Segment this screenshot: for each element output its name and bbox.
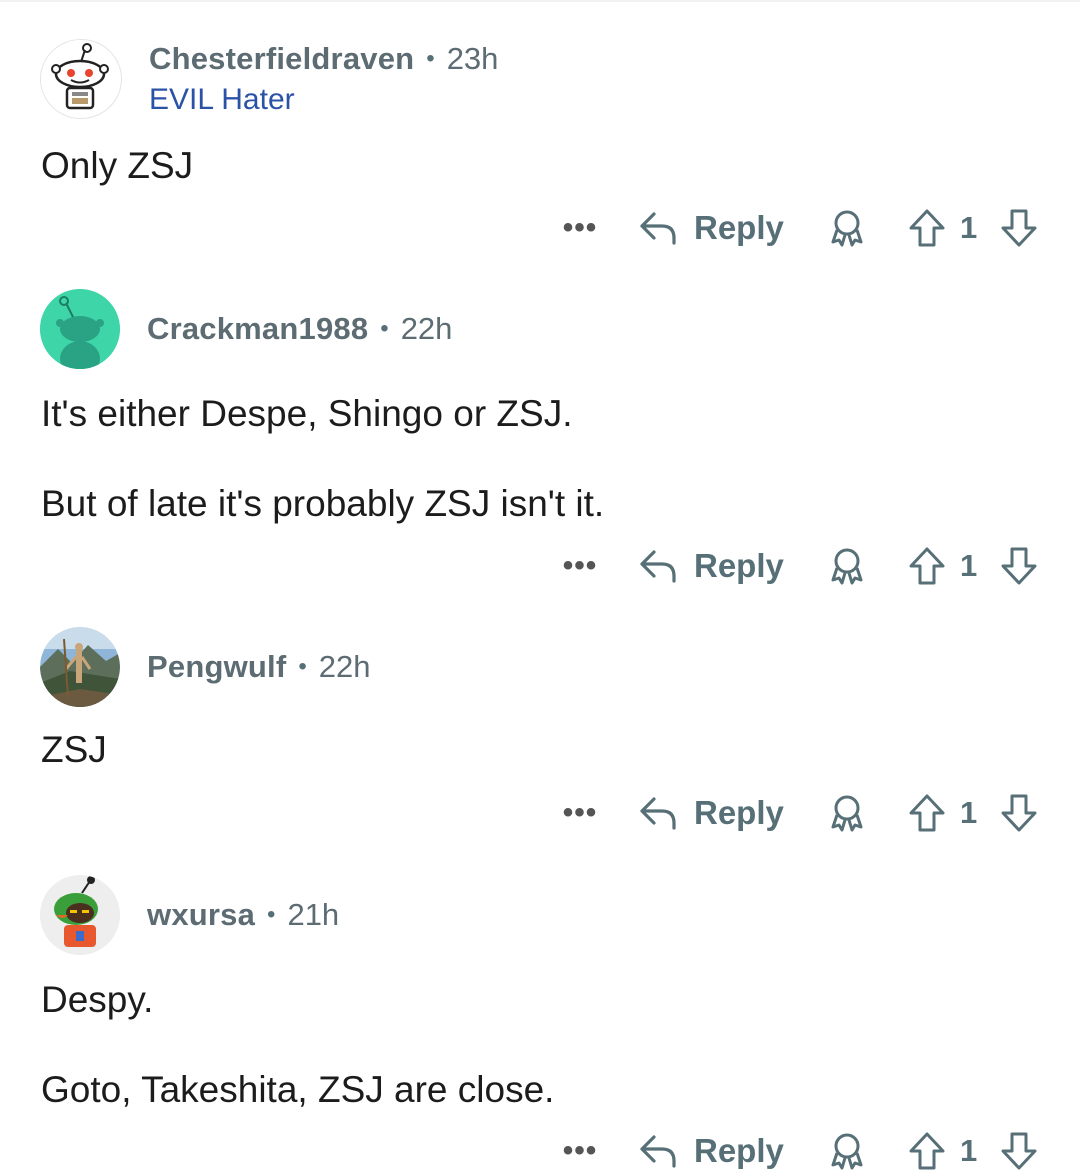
reply-button[interactable]: Reply <box>638 788 784 838</box>
downvote-arrow-icon <box>1001 547 1037 585</box>
comment-header: Crackman1988 • 22h <box>40 288 452 370</box>
vote-score: 1 <box>960 1133 978 1168</box>
upvote-arrow-icon <box>909 209 945 247</box>
reply-label: Reply <box>694 1132 784 1169</box>
award-icon <box>831 548 863 585</box>
reply-label: Reply <box>694 794 784 831</box>
timestamp: 21h <box>287 897 340 932</box>
timestamp: 22h <box>400 311 453 346</box>
comment-body: ZSJ <box>41 728 107 772</box>
comment-actions: ••• Reply 1 <box>0 788 1080 838</box>
timestamp: 22h <box>318 649 371 684</box>
more-options-button[interactable]: ••• <box>558 1126 602 1176</box>
downvote-arrow-icon <box>1001 209 1037 247</box>
reply-label: Reply <box>694 547 784 584</box>
comment-actions: ••• Reply 1 <box>0 541 1080 591</box>
user-flair: EVIL Hater <box>149 83 295 116</box>
comment-meta: Pengwulf • 22h <box>147 649 371 685</box>
reply-arrow-icon <box>640 797 676 830</box>
more-options-button[interactable]: ••• <box>558 203 602 253</box>
reply-button[interactable]: Reply <box>638 541 784 591</box>
username[interactable]: Pengwulf <box>147 649 286 685</box>
comment-actions: ••• Reply 1 <box>0 203 1080 253</box>
comment-body: Despy. Goto, Takeshita, ZSJ are close. <box>41 978 554 1112</box>
downvote-arrow-icon <box>1001 1132 1037 1170</box>
award-button[interactable] <box>824 203 870 253</box>
upvote-button[interactable] <box>904 788 950 838</box>
reply-button[interactable]: Reply <box>638 1126 784 1176</box>
avatar[interactable] <box>40 289 120 369</box>
avatar[interactable] <box>40 875 120 955</box>
comment-actions: ••• Reply 1 <box>0 1126 1080 1176</box>
snoo-costume-avatar-icon <box>40 875 120 955</box>
avatar[interactable] <box>40 627 120 707</box>
upvote-arrow-icon <box>909 1132 945 1170</box>
reply-label: Reply <box>694 209 784 246</box>
award-button[interactable] <box>824 541 870 591</box>
separator-dot: • <box>380 315 389 342</box>
snoo-default-avatar-icon <box>40 289 120 369</box>
meta-line: Chesterfieldraven • 23h <box>149 41 498 77</box>
vote-score: 1 <box>960 795 978 830</box>
upvote-button[interactable] <box>904 203 950 253</box>
downvote-button[interactable] <box>996 541 1042 591</box>
comment-body: Only ZSJ <box>41 144 193 188</box>
username[interactable]: Crackman1988 <box>147 311 368 347</box>
separator-dot: • <box>426 45 435 72</box>
top-divider <box>0 0 1080 2</box>
downvote-button[interactable] <box>996 1126 1042 1176</box>
separator-dot: • <box>267 901 276 928</box>
reply-arrow-icon <box>640 212 676 245</box>
award-icon <box>831 1133 863 1170</box>
award-button[interactable] <box>824 788 870 838</box>
downvote-arrow-icon <box>1001 794 1037 832</box>
comment-meta: wxursa • 21h <box>147 897 339 933</box>
comment-body: It's either Despe, Shingo or ZSJ. But of… <box>41 392 604 526</box>
username[interactable]: Chesterfieldraven <box>149 41 414 77</box>
comment-paragraph: Goto, Takeshita, ZSJ are close. <box>41 1069 555 1110</box>
comment-paragraph: Despy. <box>41 979 154 1020</box>
meta-line: Pengwulf • 22h <box>147 649 371 685</box>
username[interactable]: wxursa <box>147 897 255 933</box>
reply-button[interactable]: Reply <box>638 203 784 253</box>
comment-paragraph: It's either Despe, Shingo or ZSJ. <box>41 393 573 434</box>
downvote-button[interactable] <box>996 788 1042 838</box>
upvote-button[interactable] <box>904 541 950 591</box>
upvote-arrow-icon <box>909 547 945 585</box>
upvote-arrow-icon <box>909 794 945 832</box>
meta-line: wxursa • 21h <box>147 897 339 933</box>
comment-header: Chesterfieldraven • 23h EVIL Hater <box>40 38 498 120</box>
downvote-button[interactable] <box>996 203 1042 253</box>
vote-score: 1 <box>960 210 978 245</box>
comment-header: wxursa • 21h <box>40 874 339 956</box>
award-button[interactable] <box>824 1126 870 1176</box>
avatar[interactable] <box>40 39 122 119</box>
reply-arrow-icon <box>640 550 676 583</box>
timestamp: 23h <box>446 41 499 76</box>
comment-paragraph: But of late it's probably ZSJ isn't it. <box>41 483 605 524</box>
vote-score: 1 <box>960 548 978 583</box>
more-options-button[interactable]: ••• <box>558 788 602 838</box>
more-options-button[interactable]: ••• <box>558 541 602 591</box>
comment-header: Pengwulf • 22h <box>40 626 371 708</box>
landscape-photo-avatar-icon <box>40 627 120 707</box>
award-icon <box>831 210 863 247</box>
upvote-button[interactable] <box>904 1126 950 1176</box>
separator-dot: • <box>298 653 307 680</box>
comment-meta: Chesterfieldraven • 23h EVIL Hater <box>149 41 498 117</box>
snoo-robot-avatar-icon <box>41 40 119 118</box>
award-icon <box>831 795 863 832</box>
comment-paragraph: Only ZSJ <box>41 145 194 186</box>
comment-meta: Crackman1988 • 22h <box>147 311 452 347</box>
comment-paragraph: ZSJ <box>41 729 107 770</box>
reply-arrow-icon <box>640 1135 676 1168</box>
meta-line: Crackman1988 • 22h <box>147 311 452 347</box>
